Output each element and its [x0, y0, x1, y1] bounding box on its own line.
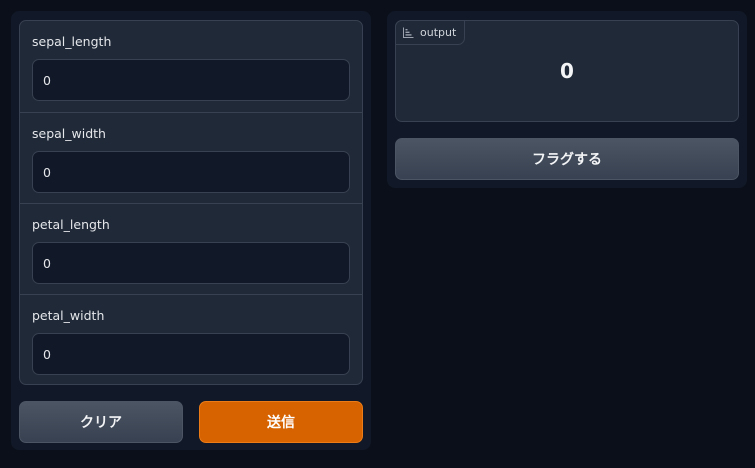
field-sepal-length: sepal_length 0: [20, 21, 362, 112]
submit-button[interactable]: 送信: [199, 401, 363, 443]
output-panel: output 0 フラグする: [387, 11, 747, 188]
sepal-length-input[interactable]: 0: [32, 59, 350, 101]
clear-button[interactable]: クリア: [19, 401, 183, 443]
field-label: sepal_width: [32, 126, 106, 141]
sepal-width-input[interactable]: 0: [32, 151, 350, 193]
petal-width-input[interactable]: 0: [32, 333, 350, 375]
field-label: petal_width: [32, 308, 105, 323]
output-value: 0: [560, 59, 574, 83]
output-label: output: [420, 26, 457, 39]
field-petal-length: petal_length 0: [20, 203, 362, 294]
bar-chart-icon: [403, 27, 414, 38]
inputs-group: sepal_length 0 sepal_width 0 petal_lengt…: [19, 20, 363, 385]
flag-button[interactable]: フラグする: [395, 138, 739, 180]
output-box: output 0: [395, 20, 739, 122]
field-sepal-width: sepal_width 0: [20, 112, 362, 203]
field-label: sepal_length: [32, 34, 112, 49]
input-panel: sepal_length 0 sepal_width 0 petal_lengt…: [11, 11, 371, 450]
field-petal-width: petal_width 0: [20, 294, 362, 384]
field-label: petal_length: [32, 217, 110, 232]
output-badge: output: [395, 20, 466, 45]
petal-length-input[interactable]: 0: [32, 242, 350, 284]
